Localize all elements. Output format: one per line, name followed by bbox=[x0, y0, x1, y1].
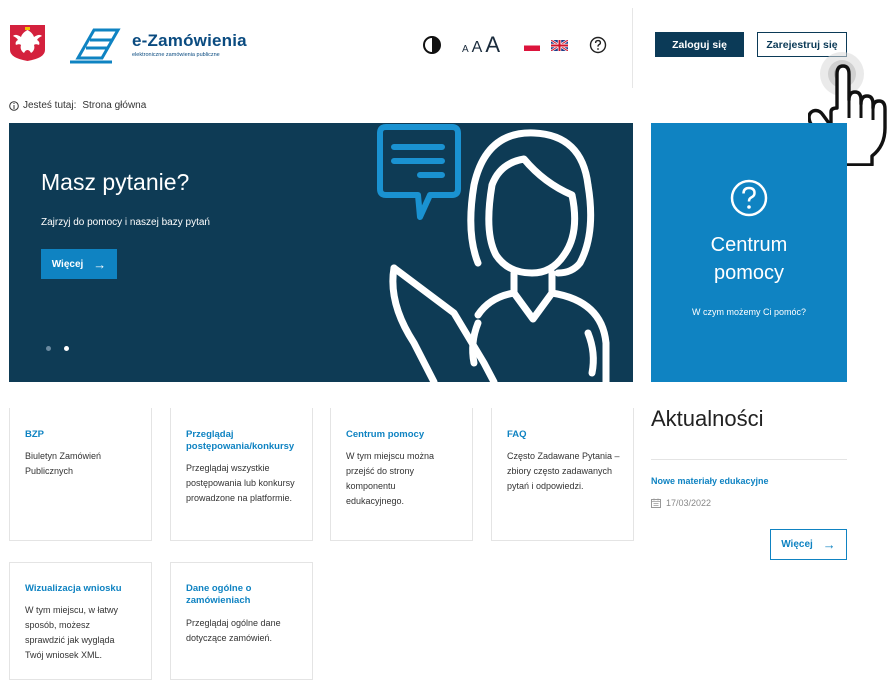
e-zamowienia-logo-icon bbox=[70, 28, 121, 64]
card-bzp[interactable]: BZP Biuletyn Zamówień Publicznych bbox=[9, 408, 152, 541]
news-item-date: 17/03/2022 bbox=[651, 498, 711, 508]
header-divider bbox=[632, 8, 633, 88]
e-zamowienia-logo[interactable]: e-Zamówienia elektroniczne zamówienia pu… bbox=[68, 24, 247, 64]
help-center-title-line1: Centrum bbox=[710, 234, 788, 256]
logo-title: e-Zamówienia bbox=[132, 30, 247, 50]
card-description: Przeglądaj wszystkie postępowania lub ko… bbox=[186, 463, 295, 503]
arrow-right-icon: → bbox=[93, 256, 107, 272]
help-icon bbox=[730, 179, 768, 217]
carousel-dot-2[interactable] bbox=[64, 346, 69, 351]
card-description: Przeglądaj ogólne dane dotyczące zamówie… bbox=[186, 618, 281, 643]
card-title: Centrum pomocy bbox=[346, 429, 425, 440]
font-size-medium-button[interactable]: A bbox=[472, 39, 483, 57]
font-size-switcher: A A A bbox=[462, 32, 500, 58]
hero-more-label: Więcej bbox=[51, 258, 84, 270]
card-help-center[interactable]: Centrum pomocy W tym miejscu można przej… bbox=[330, 408, 473, 541]
carousel-dot-1[interactable] bbox=[46, 346, 51, 351]
woman-illustration-icon bbox=[377, 124, 610, 382]
card-faq[interactable]: FAQ Często Zadawane Pytania – zbiory czę… bbox=[491, 408, 634, 541]
card-description: W tym miejscu, w łatwy sposób, możesz sp… bbox=[25, 605, 119, 660]
news-divider bbox=[651, 459, 847, 460]
site-header: e-Zamówienia elektroniczne zamówienia pu… bbox=[0, 0, 891, 166]
card-general-data[interactable]: Dane ogólne o zamówieniach Przeglądaj og… bbox=[170, 562, 313, 680]
hero-more-button[interactable]: Więcej → bbox=[41, 249, 117, 279]
help-center-subtitle: W czym możemy Ci pomóc? bbox=[691, 307, 807, 317]
breadcrumb-current[interactable]: Strona główna bbox=[82, 100, 146, 111]
font-size-large-button[interactable]: A bbox=[485, 32, 500, 58]
card-title: FAQ bbox=[507, 429, 527, 440]
card-description: Biuletyn Zamówień Publicznych bbox=[25, 451, 102, 476]
logo-text: e-Zamówienia elektroniczne zamówienia pu… bbox=[132, 31, 247, 58]
chat-bubble-icon bbox=[377, 124, 461, 220]
login-button[interactable]: Zaloguj się bbox=[655, 32, 744, 57]
help-center-box[interactable]: Centrum pomocy W czym możemy Ci pomóc? bbox=[651, 123, 847, 382]
calendar-icon bbox=[651, 498, 661, 508]
card-browse-proceedings[interactable]: Przeglądaj postępowania/konkursy Przeglą… bbox=[170, 408, 313, 541]
card-title: Przeglądaj postępowania/konkursy bbox=[186, 429, 295, 452]
card-description: W tym miejscu można przejść do strony ko… bbox=[346, 451, 435, 506]
help-center-title: Centrum pomocy bbox=[651, 231, 847, 287]
help-icon[interactable] bbox=[589, 36, 607, 54]
news-more-label: Więcej bbox=[781, 539, 813, 550]
card-description: Często Zadawane Pytania – zbiory często … bbox=[507, 451, 620, 491]
info-icon bbox=[9, 100, 19, 111]
accessibility-tools: A A A bbox=[422, 32, 607, 58]
hero-banner: Masz pytanie? Zajrzyj do pomocy i naszej… bbox=[9, 123, 633, 382]
hero-subtitle: Zajrzyj do pomocy i naszej bazy pytań bbox=[41, 217, 210, 228]
hero-title: Masz pytanie? bbox=[41, 169, 190, 195]
help-center-title-line2: pomocy bbox=[713, 262, 785, 284]
polish-flag-icon[interactable] bbox=[524, 39, 541, 51]
font-size-small-button[interactable]: A bbox=[462, 44, 469, 55]
card-title: Wizualizacja wniosku bbox=[25, 583, 122, 594]
breadcrumb: Jesteś tutaj: Strona główna bbox=[9, 100, 146, 111]
news-more-button[interactable]: Więcej → bbox=[770, 529, 847, 560]
breadcrumb-prefix: Jesteś tutaj: bbox=[23, 100, 77, 111]
contrast-icon[interactable] bbox=[422, 35, 442, 55]
uk-flag-icon[interactable] bbox=[551, 39, 569, 51]
card-title: BZP bbox=[25, 429, 44, 440]
card-application-visualization[interactable]: Wizualizacja wniosku W tym miejscu, w ła… bbox=[9, 562, 152, 680]
news-date-text: 17/03/2022 bbox=[666, 498, 712, 508]
card-title: Dane ogólne o zamówieniach bbox=[186, 583, 252, 606]
arrow-right-icon: → bbox=[822, 537, 836, 552]
logo-subtitle: elektroniczne zamówienia publiczne bbox=[132, 51, 220, 58]
news-item-link[interactable]: Nowe materiały edukacyjne bbox=[651, 476, 769, 486]
poland-emblem-icon[interactable] bbox=[9, 24, 46, 62]
news-title: Aktualności bbox=[651, 406, 764, 431]
